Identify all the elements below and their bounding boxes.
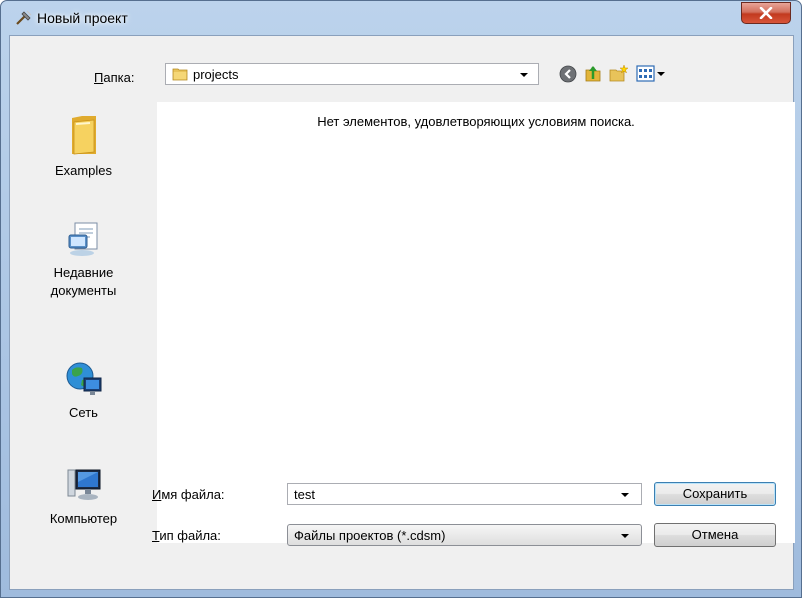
place-recent-documents[interactable]: Недавние документы bbox=[11, 220, 156, 300]
network-icon bbox=[66, 362, 101, 395]
filename-input[interactable]: test bbox=[287, 483, 642, 505]
chevron-down-icon[interactable] bbox=[621, 493, 629, 497]
chevron-down-icon[interactable] bbox=[520, 73, 528, 77]
place-label: Недавние bbox=[53, 265, 114, 280]
view-menu-button[interactable] bbox=[636, 64, 666, 83]
place-label: документы bbox=[50, 283, 117, 298]
dialog-window: Новый проект Папка: projects Examples Не… bbox=[0, 0, 802, 598]
place-label: Компьютер bbox=[49, 511, 118, 526]
folder-label: Папка: bbox=[94, 70, 135, 85]
recent-documents-icon bbox=[68, 222, 97, 256]
title-bar[interactable]: Новый проект bbox=[1, 1, 801, 35]
up-folder-icon[interactable] bbox=[584, 64, 602, 83]
app-icon bbox=[16, 10, 32, 25]
filetype-label: Тип файла: bbox=[152, 528, 221, 543]
close-icon bbox=[759, 7, 773, 19]
save-button[interactable]: Сохранить bbox=[654, 482, 776, 506]
place-label: Сеть bbox=[69, 405, 98, 420]
filename-label: Имя файла: bbox=[152, 487, 225, 502]
filetype-dropdown[interactable]: Файлы проектов (*.cdsm) bbox=[287, 524, 642, 546]
empty-message: Нет элементов, удовлетворяющих условиям … bbox=[317, 114, 635, 129]
new-folder-icon[interactable] bbox=[609, 64, 629, 83]
folder-icon bbox=[71, 116, 96, 155]
place-computer[interactable]: Компьютер bbox=[11, 464, 156, 528]
folder-value: projects bbox=[193, 67, 239, 82]
filename-value: test bbox=[294, 487, 315, 502]
close-button[interactable] bbox=[741, 2, 791, 24]
places-bar: Examples Недавние документы Сеть Компьют… bbox=[11, 102, 156, 543]
file-list[interactable]: Нет элементов, удовлетворяющих условиям … bbox=[157, 102, 795, 543]
window-title: Новый проект bbox=[37, 10, 128, 26]
dialog-body: Папка: projects Examples Недавние докуме… bbox=[9, 35, 795, 590]
view-menu-icon bbox=[636, 65, 655, 82]
place-examples[interactable]: Examples bbox=[11, 112, 156, 180]
back-icon[interactable] bbox=[559, 65, 577, 83]
chevron-down-icon bbox=[657, 72, 665, 76]
place-network[interactable]: Сеть bbox=[11, 360, 156, 422]
folder-dropdown[interactable]: projects bbox=[165, 63, 539, 85]
chevron-down-icon bbox=[621, 534, 629, 538]
cancel-button[interactable]: Отмена bbox=[654, 523, 776, 547]
folder-icon bbox=[172, 68, 188, 81]
place-label: Examples bbox=[54, 163, 113, 178]
computer-icon bbox=[67, 469, 100, 500]
filetype-value: Файлы проектов (*.cdsm) bbox=[294, 528, 446, 543]
